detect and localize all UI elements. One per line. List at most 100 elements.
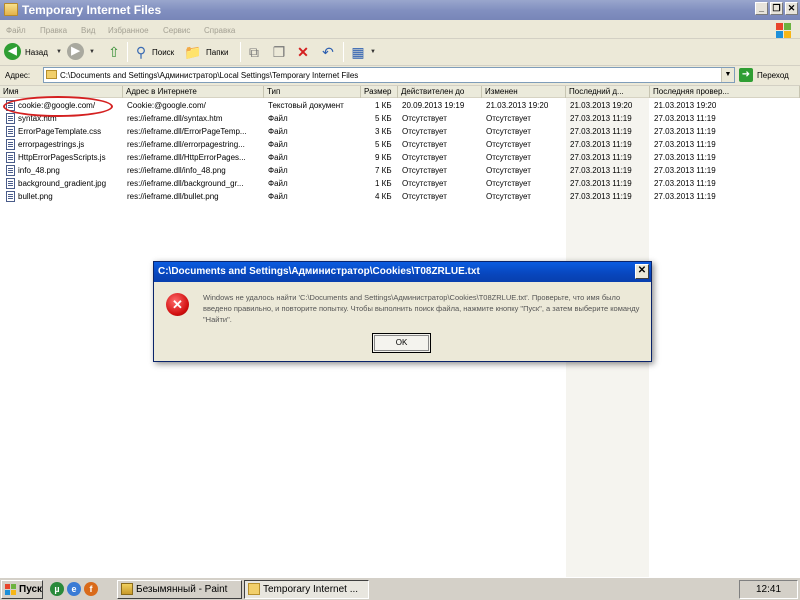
file-expires: 20.09.2013 19:19 <box>402 101 465 110</box>
file-last-checked: 27.03.2013 11:19 <box>654 192 716 201</box>
column-header-size[interactable]: Размер <box>361 86 398 98</box>
file-type: Файл <box>268 166 288 175</box>
menu-tools[interactable]: Сервис <box>163 26 190 35</box>
column-header-url[interactable]: Адрес в Интернете <box>123 86 264 98</box>
search-icon[interactable]: ⚲ <box>132 43 150 61</box>
file-name[interactable]: bullet.png <box>18 190 122 203</box>
file-size: 5 КБ <box>375 140 392 149</box>
windows-logo-icon <box>770 21 798 39</box>
file-expires: Отсутствует <box>402 192 447 201</box>
menu-view[interactable]: Вид <box>81 26 95 35</box>
file-size: 1 КБ <box>375 179 392 188</box>
file-url: res://ieframe.dll/info_48.png <box>127 166 226 175</box>
menu-edit[interactable]: Правка <box>40 26 67 35</box>
dialog-title[interactable]: C:\Documents and Settings\Администратор\… <box>154 262 651 282</box>
file-name[interactable]: ErrorPageTemplate.css <box>18 125 122 138</box>
file-modified: Отсутствует <box>486 153 531 162</box>
error-dialog: C:\Documents and Settings\Администратор\… <box>153 261 652 362</box>
file-modified: Отсутствует <box>486 140 531 149</box>
file-name[interactable]: errorpagestrings.js <box>18 138 122 151</box>
table-row[interactable]: ErrorPageTemplate.css res://ieframe.dll/… <box>0 125 800 138</box>
file-last-checked: 27.03.2013 11:19 <box>654 127 716 136</box>
column-header-last-accessed[interactable]: Последний д... <box>566 86 650 98</box>
file-type: Файл <box>268 114 288 123</box>
quicklaunch-utorrent-icon[interactable]: µ <box>50 582 64 596</box>
dialog-close-button[interactable]: ✕ <box>635 264 649 279</box>
forward-dropdown-icon[interactable]: ▼ <box>89 49 95 55</box>
back-arrow-icon[interactable]: ◀ <box>4 43 21 60</box>
file-last-checked: 27.03.2013 11:19 <box>654 179 716 188</box>
start-button[interactable]: Пуск <box>1 580 43 599</box>
undo-icon[interactable]: ↶ <box>319 43 337 61</box>
column-header-last-checked[interactable]: Последняя провер... <box>650 86 800 98</box>
copy-to-icon[interactable]: ❐ <box>270 43 288 61</box>
table-row[interactable]: bullet.png res://ieframe.dll/bullet.png … <box>0 190 800 203</box>
address-dropdown-icon[interactable]: ▼ <box>721 68 734 82</box>
file-name[interactable]: background_gradient.jpg <box>18 177 122 190</box>
file-url: res://ieframe.dll/syntax.htm <box>127 114 223 123</box>
file-expires: Отсутствует <box>402 153 447 162</box>
file-icon <box>6 165 15 176</box>
column-header-expires[interactable]: Действителен до <box>398 86 482 98</box>
file-icon <box>6 126 15 137</box>
folders-button-label[interactable]: Папки <box>206 48 229 57</box>
file-name[interactable]: info_48.png <box>18 164 122 177</box>
table-row[interactable]: errorpagestrings.js res://ieframe.dll/er… <box>0 138 800 151</box>
file-type: Файл <box>268 179 288 188</box>
address-bar: Адрес: C:\Documents and Settings\Админис… <box>0 66 800 86</box>
file-expires: Отсутствует <box>402 127 447 136</box>
move-to-icon[interactable]: ⧉ <box>245 43 263 61</box>
up-folder-icon[interactable]: ⇧ <box>105 43 123 61</box>
close-button[interactable]: ✕ <box>785 2 798 15</box>
restore-button[interactable]: ❐ <box>770 2 783 15</box>
toolbar-separator <box>240 42 241 62</box>
file-icon <box>6 113 15 124</box>
system-tray-clock[interactable]: 12:41 <box>739 580 798 599</box>
file-size: 9 КБ <box>375 153 392 162</box>
task-paint[interactable]: Безымянный - Paint <box>117 580 242 599</box>
list-header: Имя Адрес в Интернете Тип Размер Действи… <box>0 86 800 98</box>
file-url: Cookie:@google.com/ <box>127 101 206 110</box>
minimize-button[interactable]: _ <box>755 2 768 15</box>
address-path[interactable]: C:\Documents and Settings\Администратор\… <box>60 71 358 80</box>
column-header-modified[interactable]: Изменен <box>482 86 566 98</box>
back-dropdown-icon[interactable]: ▼ <box>56 49 62 55</box>
file-modified: Отсутствует <box>486 179 531 188</box>
views-icon[interactable]: ▦ <box>349 43 367 61</box>
address-input[interactable]: C:\Documents and Settings\Администратор\… <box>43 67 735 83</box>
file-last-accessed: 27.03.2013 11:19 <box>570 166 632 175</box>
menu-help[interactable]: Справка <box>204 26 235 35</box>
menu-file[interactable]: Файл <box>6 26 26 35</box>
search-button-label[interactable]: Поиск <box>152 48 174 57</box>
file-last-accessed: 27.03.2013 11:19 <box>570 114 632 123</box>
menu-favorites[interactable]: Избранное <box>108 26 149 35</box>
quicklaunch-browser-icon[interactable]: e <box>67 582 81 596</box>
table-row[interactable]: syntax.htm res://ieframe.dll/syntax.htm … <box>0 112 800 125</box>
views-dropdown-icon[interactable]: ▼ <box>370 49 376 55</box>
file-last-accessed: 27.03.2013 11:19 <box>570 127 632 136</box>
quicklaunch-firefox-icon[interactable]: f <box>84 582 98 596</box>
table-row[interactable]: HttpErrorPagesScripts.js res://ieframe.d… <box>0 151 800 164</box>
table-row[interactable]: info_48.png res://ieframe.dll/info_48.pn… <box>0 164 800 177</box>
go-arrow-icon[interactable]: ➜ <box>739 68 753 82</box>
delete-icon[interactable]: ✕ <box>294 43 312 61</box>
folder-icon <box>46 70 57 79</box>
column-header-type[interactable]: Тип <box>264 86 361 98</box>
menu-bar: Файл Правка Вид Избранное Сервис Справка <box>0 20 800 39</box>
table-row[interactable]: cookie:@google.com/ Cookie:@google.com/ … <box>0 99 800 112</box>
file-last-checked: 27.03.2013 11:19 <box>654 153 716 162</box>
go-button[interactable]: Переход <box>757 71 789 80</box>
file-last-checked: 27.03.2013 11:19 <box>654 114 716 123</box>
file-last-checked: 27.03.2013 11:19 <box>654 166 716 175</box>
forward-arrow-icon[interactable]: ▶ <box>67 43 84 60</box>
window-titlebar[interactable]: Temporary Internet Files _ ❐ ✕ <box>0 0 800 20</box>
table-row[interactable]: background_gradient.jpg res://ieframe.dl… <box>0 177 800 190</box>
folders-icon[interactable]: 📁 <box>184 43 202 61</box>
folder-icon <box>4 3 18 16</box>
task-explorer[interactable]: Temporary Internet ... <box>244 580 369 599</box>
file-name[interactable]: HttpErrorPagesScripts.js <box>18 151 122 164</box>
file-type: Файл <box>268 127 288 136</box>
back-button-label[interactable]: Назад <box>25 48 48 57</box>
file-modified: 21.03.2013 19:20 <box>486 101 549 110</box>
ok-button[interactable]: OK <box>372 333 431 353</box>
